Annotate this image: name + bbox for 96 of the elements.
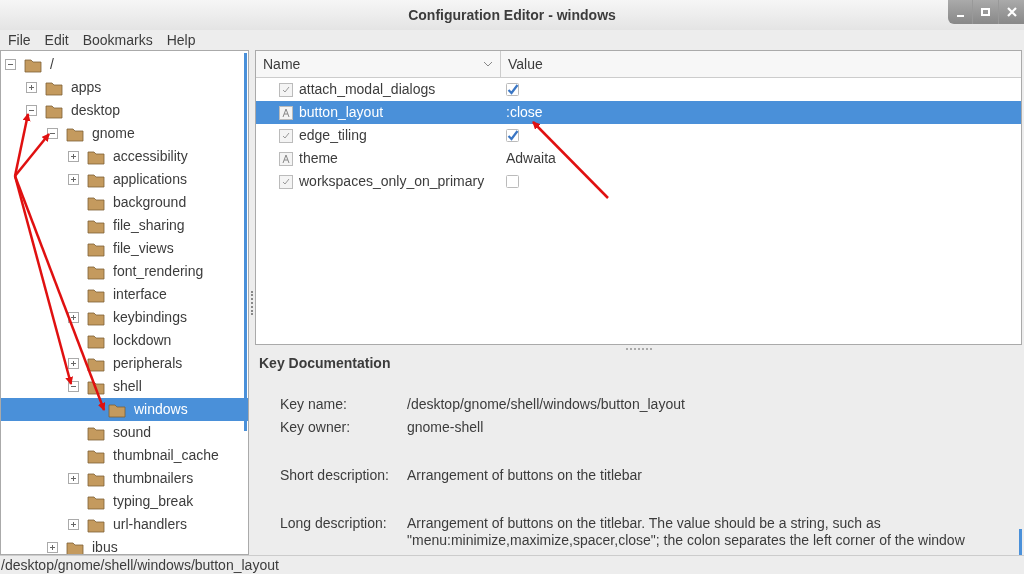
key-name: attach_modal_dialogs	[299, 80, 436, 99]
checkmark-type-icon	[279, 174, 293, 189]
field-label: Short description:	[280, 466, 390, 485]
expand-icon[interactable]	[47, 542, 58, 553]
collapse-icon[interactable]	[5, 59, 16, 70]
folder-icon	[87, 194, 105, 211]
tree-item[interactable]: interface	[113, 284, 167, 305]
tree-item[interactable]: apps	[71, 77, 102, 98]
folder-icon	[66, 125, 84, 142]
table-row[interactable]: workspaces_only_on_primary	[256, 170, 1021, 193]
expand-icon[interactable]	[68, 174, 79, 185]
scrollbar	[1019, 529, 1022, 555]
field-value: Arrangement of buttons on the titlebar. The value should be a string, such as "menu:minimize,maximize,spacer,close"; the colon separates the left corner of the window	[407, 514, 965, 549]
key-name: theme	[299, 149, 338, 168]
field-label: Key owner:	[280, 418, 352, 437]
tree-item[interactable]: sound	[113, 422, 152, 443]
tree-item[interactable]: typing_break	[113, 491, 194, 512]
tree-item[interactable]: thumbnailers	[113, 468, 194, 489]
tree-item[interactable]: desktop	[71, 100, 121, 121]
folder-icon	[87, 424, 105, 441]
checkmark-type-icon	[279, 128, 293, 143]
folder-icon	[87, 286, 105, 303]
checkbox[interactable]	[506, 83, 519, 96]
tree-item[interactable]: gnome	[92, 123, 135, 144]
checkbox[interactable]	[506, 175, 519, 188]
folder-icon	[87, 516, 105, 533]
key-value: :close	[506, 103, 543, 122]
menu-item[interactable]: Edit	[37, 29, 76, 51]
menu-item[interactable]: Help	[159, 29, 203, 51]
column-title: Name	[263, 54, 301, 74]
folder-icon	[45, 79, 63, 96]
expand-icon[interactable]	[26, 82, 37, 93]
folder-icon	[108, 401, 126, 418]
folder-icon	[87, 263, 105, 280]
folder-icon	[87, 447, 105, 464]
key-name: workspaces_only_on_primary	[299, 172, 485, 191]
folder-icon	[87, 240, 105, 257]
folder-icon	[87, 332, 105, 349]
expand-icon[interactable]	[68, 358, 79, 369]
folder-icon	[87, 355, 105, 372]
field-label: Long description:	[280, 514, 388, 533]
documentation-title: Key Documentation	[259, 354, 392, 373]
expand-icon[interactable]	[68, 473, 79, 484]
field-value: /desktop/gnome/shell/windows/button_layout	[407, 395, 685, 414]
tree-item[interactable]: /	[50, 54, 54, 75]
tree-item[interactable]: thumbnail_cache	[113, 445, 219, 466]
tree-item[interactable]: background	[113, 192, 187, 213]
collapse-icon[interactable]	[68, 381, 79, 392]
table-row[interactable]: edge_tiling	[256, 124, 1021, 147]
tree-item[interactable]: url-handlers	[113, 514, 187, 535]
pane-handle[interactable]	[251, 290, 253, 315]
column-header[interactable]: Value	[501, 51, 1021, 77]
pane-handle[interactable]	[625, 348, 652, 350]
collapse-icon[interactable]	[26, 105, 37, 116]
tree-item[interactable]: shell	[113, 376, 142, 397]
menu-item[interactable]: Bookmarks	[75, 29, 160, 51]
key-value: Adwaita	[506, 149, 556, 168]
folder-icon	[87, 217, 105, 234]
tree-item[interactable]: font_rendering	[113, 261, 204, 282]
column-header[interactable]: Name	[256, 51, 501, 77]
close-icon	[1006, 7, 1017, 17]
table-row[interactable]: attach_modal_dialogs	[256, 78, 1021, 101]
folder-icon	[66, 539, 84, 554]
table-row[interactable]: theme Adwaita	[256, 147, 1021, 170]
expand-icon[interactable]	[68, 151, 79, 162]
tree-item[interactable]: peripherals	[113, 353, 183, 374]
status-text: /desktop/gnome/shell/windows/button_layout	[1, 555, 279, 574]
field-value: gnome-shell	[407, 418, 484, 437]
key-name: edge_tiling	[299, 126, 367, 145]
tree-item[interactable]: file_views	[113, 238, 174, 259]
window-title: Configuration Editor - windows	[408, 5, 616, 25]
folder-icon	[87, 470, 105, 487]
sort-icon	[483, 61, 493, 67]
key-name: button_layout	[299, 103, 384, 122]
text-type-icon	[279, 151, 293, 166]
collapse-icon[interactable]	[47, 128, 58, 139]
expand-icon[interactable]	[68, 312, 79, 323]
folder-icon	[45, 102, 63, 119]
tree-item[interactable]: lockdown	[113, 330, 172, 351]
folder-icon	[87, 171, 105, 188]
expand-icon[interactable]	[68, 519, 79, 530]
folder-icon	[24, 56, 42, 73]
menu-item[interactable]: File	[1, 29, 38, 51]
field-label: Key name:	[280, 395, 348, 414]
tree-item[interactable]: applications	[113, 169, 187, 190]
field-value: Arrangement of buttons on the titlebar	[407, 466, 643, 485]
folder-icon	[87, 148, 105, 165]
folder-icon	[87, 309, 105, 326]
tree-item[interactable]: ibus	[92, 537, 118, 554]
text-type-icon	[279, 105, 293, 120]
checkbox[interactable]	[506, 129, 519, 142]
tree-item[interactable]: keybindings	[113, 307, 187, 328]
checkmark-type-icon	[279, 82, 293, 97]
folder-icon	[87, 493, 105, 510]
tree-item[interactable]: accessibility	[113, 146, 188, 167]
tree-item[interactable]: file_sharing	[113, 215, 185, 236]
